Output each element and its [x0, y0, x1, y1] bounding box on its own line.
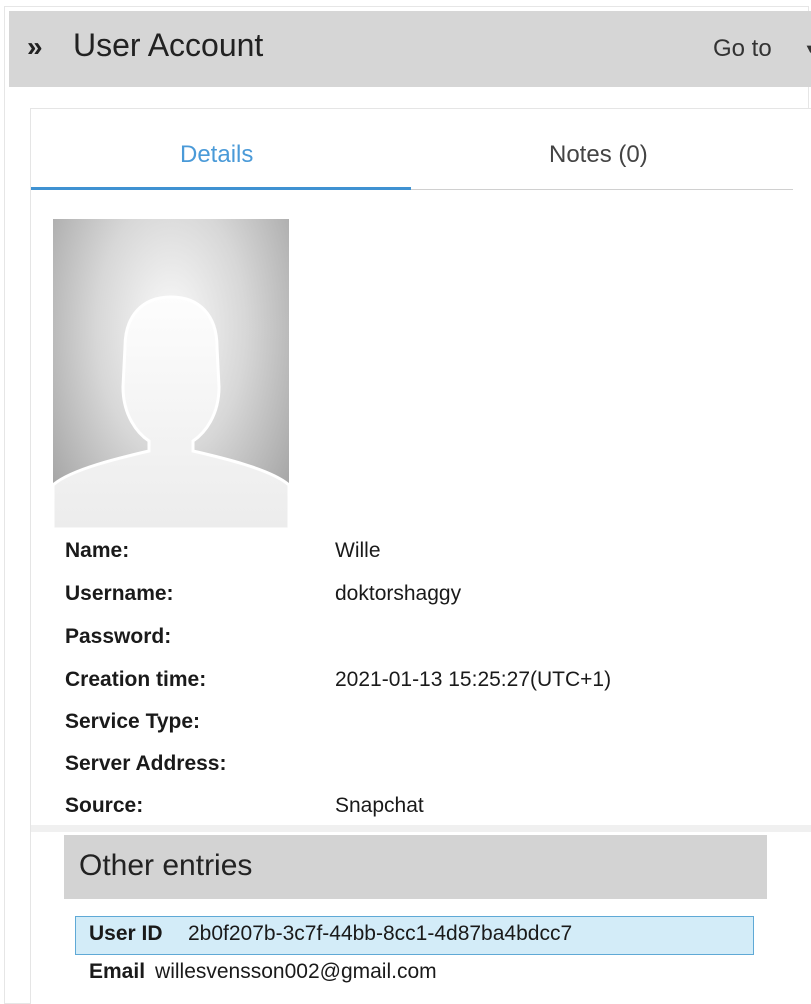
section-divider — [31, 825, 811, 832]
server-address-label: Server Address: — [65, 752, 227, 775]
list-item[interactable]: User ID 2b0f207b-3c7f-44bb-8cc1-4d87ba4b… — [75, 916, 754, 955]
creation-time-label: Creation time: — [65, 668, 207, 691]
tab-details[interactable]: Details — [180, 141, 253, 169]
expand-chevron-icon[interactable]: » — [27, 31, 43, 63]
user-id-key: User ID — [89, 922, 163, 945]
active-tab-indicator — [31, 187, 411, 190]
list-item[interactable]: Email willesvensson002@gmail.com — [89, 960, 437, 984]
panel-header: » User Account Go to ▼ — [9, 11, 811, 87]
source-label: Source: — [65, 794, 144, 817]
avatar-silhouette-graphic — [53, 295, 289, 529]
creation-time-value: 2021-01-13 15:25:27(UTC+1) — [335, 668, 612, 691]
details-card: Details Notes (0) Name: Wille Username: … — [30, 108, 811, 1004]
tab-divider — [411, 189, 793, 190]
email-value: willesvensson002@gmail.com — [155, 960, 437, 983]
panel-title: User Account — [73, 27, 264, 63]
user-id-value: 2b0f207b-3c7f-44bb-8cc1-4d87ba4bdcc7 — [188, 922, 573, 945]
other-entries-title: Other entries — [79, 849, 253, 882]
other-entries-header: Other entries — [64, 835, 767, 899]
name-label: Name: — [65, 539, 130, 562]
service-type-label: Service Type: — [65, 710, 201, 733]
username-label: Username: — [65, 582, 174, 605]
email-key: Email — [89, 960, 146, 983]
caret-down-icon[interactable]: ▼ — [804, 41, 811, 56]
source-value: Snapchat — [335, 794, 424, 817]
goto-menu-button[interactable]: Go to — [713, 35, 772, 63]
password-label: Password: — [65, 625, 172, 648]
username-value: doktorshaggy — [335, 582, 462, 605]
person-silhouette-icon — [53, 219, 289, 529]
name-value: Wille — [335, 539, 381, 562]
tab-notes[interactable]: Notes (0) — [549, 141, 648, 169]
